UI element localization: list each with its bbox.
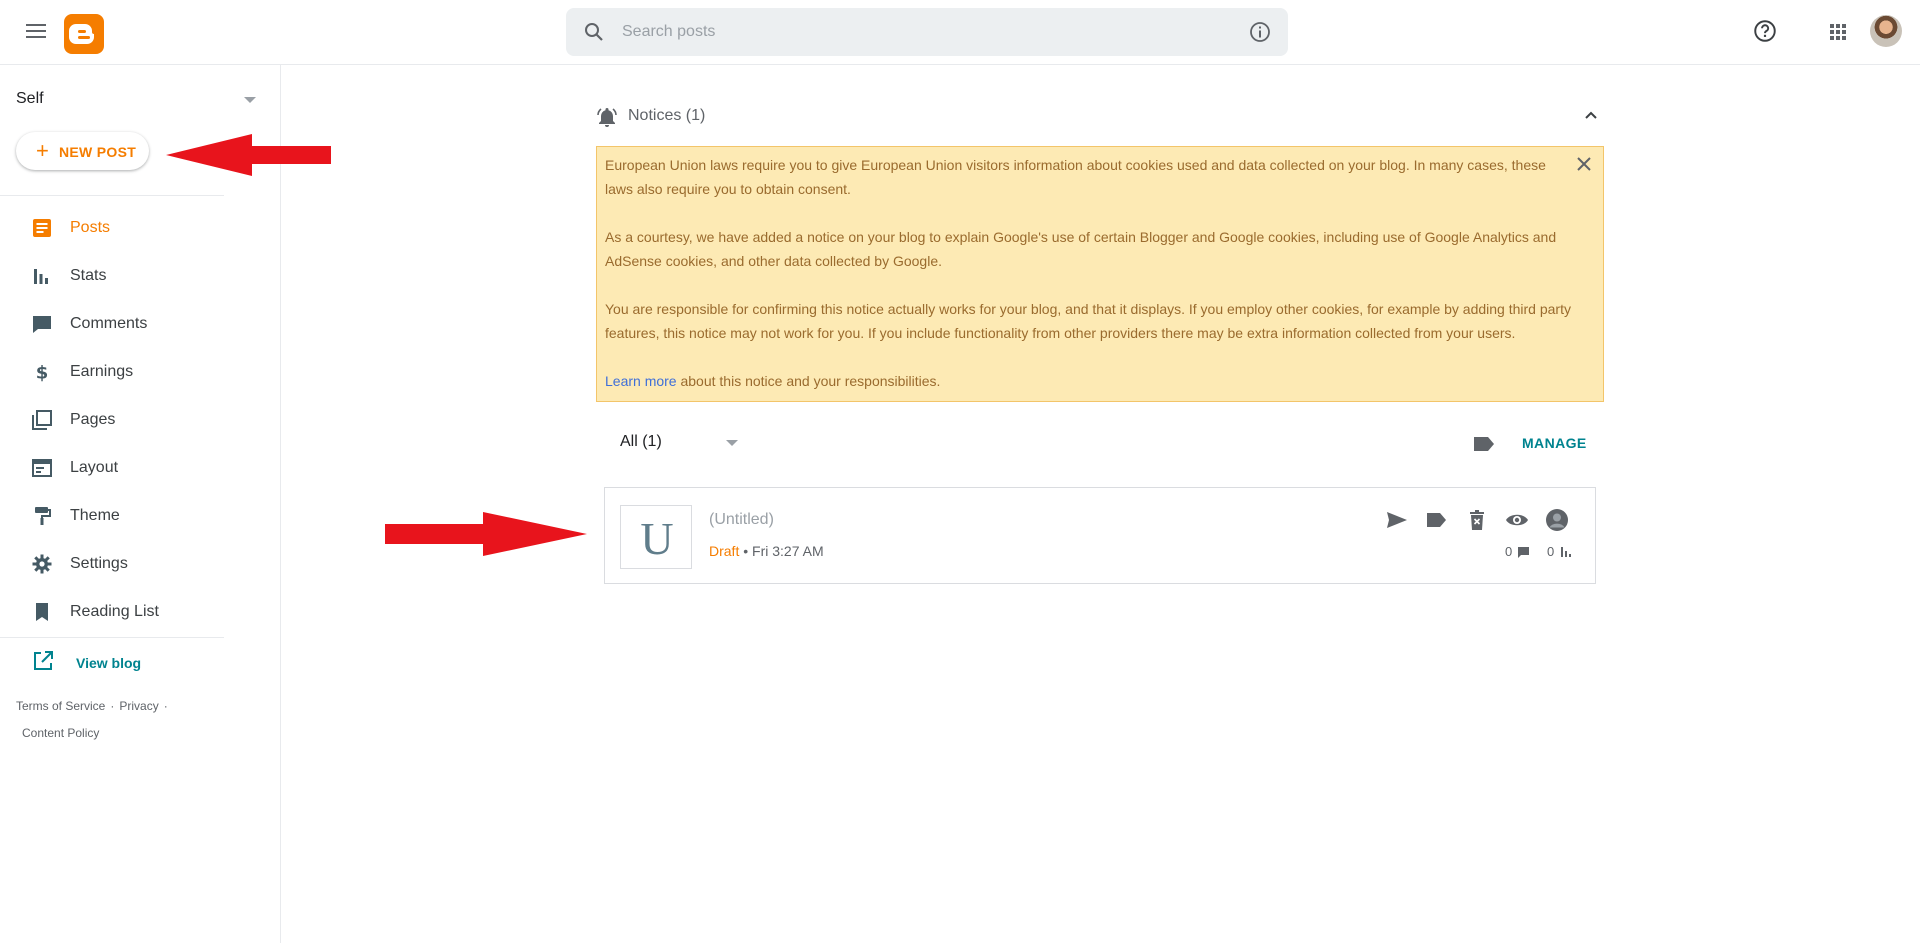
blogger-logo[interactable] bbox=[64, 14, 104, 54]
notices-header: Notices (1) bbox=[596, 103, 1600, 129]
comment-icon bbox=[33, 316, 51, 333]
post-meta: Draft • Fri 3:27 AM bbox=[709, 543, 824, 559]
annotation-arrow-left bbox=[166, 134, 331, 176]
close-icon[interactable] bbox=[1575, 155, 1593, 173]
comment-count: 0 bbox=[1505, 544, 1513, 559]
content-policy-link[interactable]: Content Policy bbox=[22, 726, 99, 740]
sidebar-item-label: Stats bbox=[70, 267, 107, 284]
svg-text:$: $ bbox=[36, 363, 49, 383]
learn-more-link[interactable]: Learn more bbox=[605, 373, 677, 389]
sidebar-item-label: Layout bbox=[70, 459, 119, 476]
new-post-label: NEW POST bbox=[59, 144, 137, 160]
publish-send-icon[interactable] bbox=[1385, 508, 1409, 532]
label-icon[interactable] bbox=[1425, 508, 1449, 532]
view-count: 0 bbox=[1547, 544, 1555, 559]
account-avatar[interactable] bbox=[1870, 15, 1902, 47]
external-link-icon bbox=[34, 651, 53, 670]
apps-grid-icon[interactable] bbox=[1826, 20, 1850, 44]
sidebar-divider bbox=[0, 637, 224, 638]
bookmark-icon bbox=[36, 603, 48, 621]
sidebar-divider bbox=[0, 195, 224, 196]
sidebar: Self + NEW POST Posts Stats Comments $ E… bbox=[0, 65, 281, 943]
post-list-item[interactable]: U (Untitled) Draft • Fri 3:27 AM 0 0 bbox=[604, 487, 1596, 584]
annotation-arrow-right bbox=[385, 512, 587, 556]
filter-label: All (1) bbox=[620, 433, 662, 450]
sidebar-item-theme[interactable]: Theme bbox=[0, 496, 224, 536]
sidebar-item-label: Earnings bbox=[70, 363, 134, 380]
sidebar-footer: Terms of Service · Privacy · Content Policy bbox=[16, 693, 216, 747]
stats-icon bbox=[1561, 547, 1571, 557]
comment-icon bbox=[1518, 547, 1529, 558]
view-blog-link[interactable]: View blog bbox=[32, 650, 182, 674]
sidebar-item-layout[interactable]: Layout bbox=[0, 448, 224, 488]
notice-paragraph: You are responsible for confirming this … bbox=[605, 301, 1571, 341]
learn-more-suffix: about this notice and your responsibilit… bbox=[676, 373, 941, 389]
sidebar-item-label: Comments bbox=[70, 315, 148, 332]
post-thumbnail: U bbox=[620, 505, 692, 569]
view-blog-label: View blog bbox=[76, 655, 142, 671]
sidebar-item-comments[interactable]: Comments bbox=[0, 304, 224, 344]
privacy-link[interactable]: Privacy bbox=[119, 699, 158, 713]
sidebar-item-posts[interactable]: Posts bbox=[0, 208, 224, 248]
thumbnail-letter: U bbox=[640, 513, 674, 564]
chevron-up-icon[interactable] bbox=[1582, 107, 1600, 125]
notice-paragraph: European Union laws require you to give … bbox=[605, 157, 1546, 197]
bell-icon bbox=[597, 108, 617, 127]
sidebar-item-stats[interactable]: Stats bbox=[0, 256, 224, 296]
search-input[interactable] bbox=[622, 20, 1202, 44]
author-avatar-icon[interactable] bbox=[1545, 508, 1569, 532]
sidebar-item-pages[interactable]: Pages bbox=[0, 400, 224, 440]
blog-name: Self bbox=[16, 90, 44, 107]
dropdown-caret-icon bbox=[726, 440, 738, 446]
sidebar-item-earnings[interactable]: $ Earnings bbox=[0, 352, 224, 392]
new-post-button[interactable]: + NEW POST bbox=[16, 132, 149, 170]
post-status: Draft bbox=[709, 543, 740, 559]
top-app-bar bbox=[0, 0, 1920, 65]
dollar-icon: $ bbox=[36, 363, 49, 383]
separator-dot: · bbox=[163, 699, 168, 713]
sidebar-item-label: Pages bbox=[70, 411, 116, 428]
post-date: • Fri 3:27 AM bbox=[739, 543, 824, 559]
sidebar-item-reading-list[interactable]: Reading List bbox=[0, 592, 224, 632]
post-stats: 0 0 bbox=[1505, 544, 1585, 560]
search-bar bbox=[566, 8, 1288, 56]
notice-paragraph: As a courtesy, we have added a notice on… bbox=[605, 229, 1557, 269]
pages-icon bbox=[32, 410, 52, 430]
cookie-notice: European Union laws require you to give … bbox=[596, 146, 1604, 402]
menu-icon[interactable] bbox=[22, 20, 50, 44]
gear-icon bbox=[32, 554, 52, 574]
posts-filter-dropdown[interactable]: All (1) bbox=[620, 430, 740, 454]
search-icon[interactable] bbox=[582, 20, 606, 44]
post-title[interactable]: (Untitled) bbox=[709, 511, 774, 529]
notice-learn-more-line: Learn more about this notice and your re… bbox=[605, 369, 1575, 393]
posts-icon bbox=[33, 219, 51, 237]
terms-of-service-link[interactable]: Terms of Service bbox=[16, 699, 105, 713]
dropdown-caret-icon bbox=[244, 97, 256, 103]
notices-title: Notices (1) bbox=[628, 107, 706, 124]
help-icon[interactable] bbox=[1752, 18, 1778, 44]
plus-icon: + bbox=[36, 138, 49, 163]
label-icon[interactable] bbox=[1472, 434, 1496, 454]
info-icon[interactable] bbox=[1248, 20, 1272, 44]
manage-labels-button[interactable]: MANAGE bbox=[1522, 435, 1587, 451]
sidebar-item-label: Theme bbox=[70, 507, 120, 524]
layout-icon bbox=[32, 459, 52, 477]
blog-selector[interactable]: Self bbox=[16, 85, 256, 113]
delete-icon[interactable] bbox=[1465, 508, 1489, 532]
sidebar-item-label: Settings bbox=[70, 555, 128, 572]
stats-icon bbox=[34, 269, 48, 284]
separator-dot: · bbox=[110, 699, 115, 713]
sidebar-item-settings[interactable]: Settings bbox=[0, 544, 224, 584]
sidebar-item-label: Posts bbox=[70, 219, 111, 236]
preview-eye-icon[interactable] bbox=[1505, 508, 1529, 532]
paint-roller-icon bbox=[35, 507, 51, 525]
sidebar-item-label: Reading List bbox=[70, 603, 159, 620]
